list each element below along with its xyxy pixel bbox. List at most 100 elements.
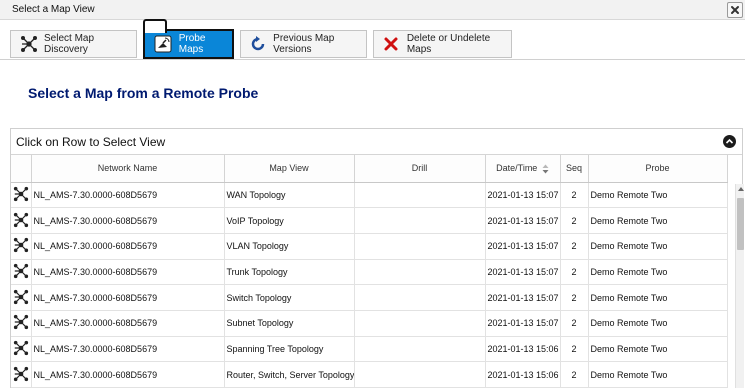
network-name-cell: NL_AMS-7.30.0000-608D5679 — [31, 284, 225, 311]
network-icon — [13, 366, 29, 384]
table-row[interactable]: NL_AMS-7.30.0000-608D5679 Subnet Topology… — [11, 310, 728, 337]
sort-icon — [542, 164, 549, 174]
column-header-date-time[interactable]: Date/Time — [485, 155, 561, 183]
row-icon-cell — [11, 336, 32, 363]
date-time-cell: 2021-01-13 15:07 — [485, 207, 561, 234]
date-time-cell: 2021-01-13 15:07 — [485, 310, 561, 337]
column-header-probe[interactable]: Probe — [588, 155, 728, 183]
tab-label: Previous Map Versions — [273, 33, 335, 55]
column-header-map-view[interactable]: Map View — [224, 155, 355, 183]
seq-cell: 2 — [560, 336, 589, 363]
date-time-cell: 2021-01-13 15:07 — [485, 182, 561, 209]
seq-cell: 2 — [560, 310, 589, 337]
network-name-cell: NL_AMS-7.30.0000-608D5679 — [31, 310, 225, 337]
date-time-cell: 2021-01-13 15:07 — [485, 259, 561, 286]
column-header-drill[interactable]: Drill — [354, 155, 486, 183]
tab-delete-or-undelete-maps[interactable]: Delete or Undelete Maps — [373, 30, 512, 58]
seq-cell: 2 — [560, 207, 589, 234]
map-view-cell: WAN Topology — [224, 182, 355, 209]
network-icon — [13, 289, 29, 307]
drill-cell — [354, 284, 486, 311]
column-header-date-time-label: Date/Time — [496, 162, 538, 173]
table-row[interactable]: NL_AMS-7.30.0000-608D5679 Spanning Tree T… — [11, 336, 728, 363]
map-view-cell: VoIP Topology — [224, 207, 355, 234]
probe-cell: Demo Remote Two — [588, 361, 728, 388]
drill-cell — [354, 259, 486, 286]
map-view-cell: Trunk Topology — [224, 259, 355, 286]
column-header-icon — [11, 155, 32, 183]
page-heading: Select a Map from a Remote Probe — [28, 85, 259, 101]
probe-cell: Demo Remote Two — [588, 284, 728, 311]
seq-cell: 2 — [560, 259, 589, 286]
row-icon-cell — [11, 182, 32, 209]
date-time-cell: 2021-01-13 15:06 — [485, 361, 561, 388]
row-icon-cell — [11, 259, 32, 286]
vertical-scrollbar[interactable] — [735, 184, 744, 388]
drill-cell — [354, 182, 486, 209]
network-name-cell: NL_AMS-7.30.0000-608D5679 — [31, 336, 225, 363]
date-time-cell: 2021-01-13 15:07 — [485, 233, 561, 260]
table-row[interactable]: NL_AMS-7.30.0000-608D5679 VLAN Topology 20… — [11, 233, 728, 260]
network-name-cell: NL_AMS-7.30.0000-608D5679 — [31, 207, 225, 234]
refresh-icon — [249, 34, 267, 54]
map-view-cell: Router, Switch, Server Topology — [224, 361, 355, 388]
drill-cell — [354, 336, 486, 363]
row-icon-cell — [11, 233, 32, 260]
network-icon — [13, 238, 29, 255]
network-name-cell: NL_AMS-7.30.0000-608D5679 — [31, 259, 225, 286]
panel-header: Click on Row to Select View — [11, 129, 742, 155]
window-title: Select a Map View — [12, 4, 95, 15]
map-table: Network Name Map View Drill Date/Time Se… — [11, 155, 728, 388]
scroll-up-button[interactable] — [736, 184, 745, 194]
scroll-thumb[interactable] — [737, 198, 744, 250]
close-button[interactable] — [727, 2, 743, 18]
close-icon — [731, 6, 739, 14]
probe-cell: Demo Remote Two — [588, 336, 728, 363]
map-view-cell: Subnet Topology — [224, 310, 355, 337]
collapse-button[interactable] — [723, 135, 736, 148]
tab-previous-map-versions[interactable]: Previous Map Versions — [240, 30, 367, 58]
tab-bar: Select Map Discovery Probe Maps Previous… — [10, 19, 745, 59]
drill-cell — [354, 207, 486, 234]
tab-label: Probe Maps — [178, 33, 206, 55]
probe-cell: Demo Remote Two — [588, 182, 728, 209]
network-icon — [13, 263, 29, 281]
date-time-cell: 2021-01-13 15:06 — [485, 336, 561, 363]
row-icon-cell — [11, 310, 32, 337]
probe-cell: Demo Remote Two — [588, 259, 728, 286]
row-icon-cell — [11, 361, 32, 388]
network-icon — [13, 340, 29, 358]
delete-icon — [382, 34, 401, 54]
tab-label: Delete or Undelete Maps — [406, 33, 491, 55]
tab-select-map-discovery[interactable]: Select Map Discovery — [10, 30, 137, 58]
seq-cell: 2 — [560, 284, 589, 311]
table-row[interactable]: NL_AMS-7.30.0000-608D5679 Switch Topology… — [11, 284, 728, 311]
drill-cell — [354, 310, 486, 337]
row-icon-cell — [11, 284, 32, 311]
window-titlebar: Select a Map View — [0, 0, 745, 20]
probe-icon — [153, 34, 173, 54]
drill-cell — [354, 361, 486, 388]
probe-cell: Demo Remote Two — [588, 310, 728, 337]
probe-cell: Demo Remote Two — [588, 233, 728, 260]
column-header-seq[interactable]: Seq — [560, 155, 589, 183]
network-icon — [13, 315, 29, 332]
network-name-cell: NL_AMS-7.30.0000-608D5679 — [31, 182, 225, 209]
table-header-row: Network Name Map View Drill Date/Time Se… — [11, 155, 728, 183]
network-icon — [13, 212, 29, 230]
table-row[interactable]: NL_AMS-7.30.0000-608D5679 VoIP Topology 20… — [11, 207, 728, 234]
table-row[interactable]: NL_AMS-7.30.0000-608D5679 WAN Topology 202… — [11, 182, 728, 209]
tab-divider — [0, 59, 745, 60]
row-icon-cell — [11, 207, 32, 234]
panel-title: Click on Row to Select View — [16, 135, 166, 149]
table-row[interactable]: NL_AMS-7.30.0000-608D5679 Trunk Topology 2… — [11, 259, 728, 286]
chevron-up-icon — [725, 138, 734, 144]
tab-probe-maps[interactable]: Probe Maps — [143, 19, 234, 59]
map-view-cell: Switch Topology — [224, 284, 355, 311]
map-view-cell: Spanning Tree Topology — [224, 336, 355, 363]
table-row[interactable]: NL_AMS-7.30.0000-608D5679 Router, Switch,… — [11, 361, 728, 388]
date-time-cell: 2021-01-13 15:07 — [485, 284, 561, 311]
column-header-network-name[interactable]: Network Name — [31, 155, 225, 183]
drill-cell — [354, 233, 486, 260]
network-icon — [13, 186, 29, 204]
